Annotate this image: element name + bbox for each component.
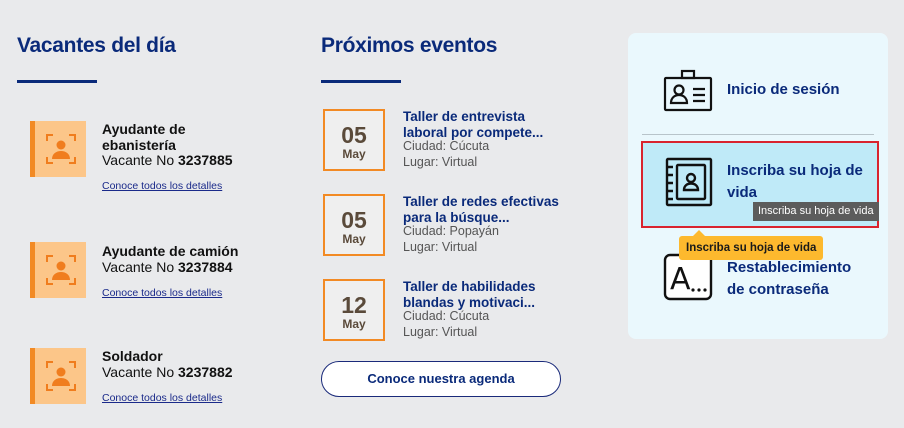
panel-divider: [642, 134, 874, 135]
job-details-link[interactable]: Conoce todos los detalles: [102, 287, 222, 299]
event-title-link[interactable]: Taller de habilidades blandas y motivaci…: [403, 279, 573, 311]
password-reset-item[interactable]: A Restablecimiento de contraseña: [663, 253, 883, 303]
password-reset-label: Restablecimiento de contraseña: [727, 259, 852, 298]
address-book-icon: [663, 157, 715, 214]
candidate-icon: [30, 242, 86, 298]
event-day: 05: [341, 122, 367, 148]
vacancies-heading: Vacantes del día: [17, 34, 176, 57]
password-field-icon: A: [663, 253, 715, 308]
job-title: Ayudante de ebanistería: [102, 121, 186, 153]
event-place: Lugar: Virtual: [403, 155, 478, 169]
id-badge-icon: [663, 69, 713, 118]
job-card: Ayudante de camión Vacante No 3237884 Co…: [30, 242, 290, 322]
event-city: Ciudad: Cúcuta: [403, 139, 490, 153]
login-label: Inicio de sesión: [727, 81, 840, 98]
event-title-link[interactable]: Taller de entrevista laboral por compete…: [403, 109, 573, 141]
vacancy-number: Vacante No 3237882: [102, 364, 233, 380]
event-date: 12 May: [323, 279, 385, 341]
candidate-icon: [30, 121, 86, 177]
event-place: Lugar: Virtual: [403, 325, 478, 339]
events-heading: Próximos eventos: [321, 34, 498, 57]
native-tooltip: Inscriba su hoja de vida: [753, 202, 879, 221]
job-details-link[interactable]: Conoce todos los detalles: [102, 392, 222, 404]
agenda-button[interactable]: Conoce nuestra agenda: [321, 361, 561, 397]
event-month: May: [342, 147, 366, 161]
events-underline: [321, 80, 401, 83]
signup-label: Inscriba su hoja de vida: [727, 162, 863, 201]
event-item: 05 May Taller de redes efectivas para la…: [323, 194, 583, 260]
job-title: Soldador: [102, 348, 163, 364]
event-place: Lugar: Virtual: [403, 240, 478, 254]
vacancy-number: Vacante No 3237885: [102, 152, 233, 168]
event-day: 05: [341, 207, 367, 233]
event-month: May: [342, 232, 366, 246]
vacancies-underline: [17, 80, 97, 83]
job-details-link[interactable]: Conoce todos los detalles: [102, 180, 222, 192]
login-item[interactable]: Inicio de sesión: [663, 69, 883, 113]
vacancy-number: Vacante No 3237884: [102, 259, 233, 275]
job-card: Soldador Vacante No 3237882 Conoce todos…: [30, 348, 290, 428]
event-date: 05 May: [323, 194, 385, 256]
event-month: May: [342, 317, 366, 331]
signup-item[interactable]: Inscriba su hoja de vida: [663, 157, 883, 207]
event-title-link[interactable]: Taller de redes efectivas para la búsque…: [403, 194, 573, 226]
event-day: 12: [341, 292, 367, 318]
job-title: Ayudante de camión: [102, 243, 239, 259]
event-item: 12 May Taller de habilidades blandas y m…: [323, 279, 583, 345]
event-date: 05 May: [323, 109, 385, 171]
event-city: Ciudad: Popayán: [403, 224, 499, 238]
event-item: 05 May Taller de entrevista laboral por …: [323, 109, 583, 175]
event-city: Ciudad: Cúcuta: [403, 309, 490, 323]
candidate-icon: [30, 348, 86, 404]
signup-tooltip: Inscriba su hoja de vida: [679, 230, 824, 260]
svg-text:A: A: [670, 262, 691, 297]
job-card: Ayudante de ebanistería Vacante No 32378…: [30, 121, 290, 201]
